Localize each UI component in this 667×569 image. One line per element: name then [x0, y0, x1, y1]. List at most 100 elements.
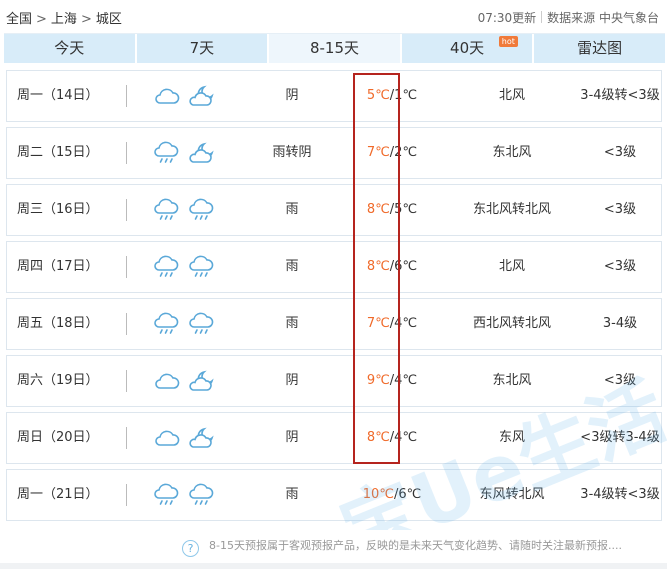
high-temperature: 8℃ [366, 430, 390, 445]
weather-condition: 阴 [285, 430, 299, 445]
day-label: 周一（14日） [17, 88, 99, 103]
wind-level: 3-4级转<3级 [580, 487, 660, 502]
high-temperature: 8℃ [366, 259, 390, 274]
weather-icons [152, 424, 217, 452]
tab-7-days[interactable]: 7天 [137, 34, 270, 63]
rain-icon [154, 141, 179, 163]
tab-label: 今天 [54, 39, 85, 57]
rain-icon [189, 312, 214, 334]
footer-text: 8-15天预报属于客观预报产品，反映的是未来天气变化趋势、请随时关注最新预报..… [209, 539, 622, 552]
low-temperature: /6℃ [393, 487, 422, 502]
tab-radar[interactable]: 雷达图 [534, 34, 665, 63]
partly-cloudy-night-icon [189, 85, 214, 106]
rain-icon [189, 198, 214, 220]
weather-icons [152, 367, 217, 395]
wind-level: <3级 [603, 202, 637, 217]
wind-direction: 西北风转北风 [472, 316, 551, 331]
weather-icons [152, 196, 217, 224]
rain-icon [154, 483, 179, 505]
divider [126, 142, 127, 164]
breadcrumb-separator: > [36, 12, 47, 27]
low-temperature: /4℃ [389, 373, 418, 388]
low-temperature: /6℃ [389, 259, 418, 274]
wind-direction: 东风转北风 [479, 487, 545, 502]
wind-level: <3级 [603, 373, 637, 388]
divider [126, 313, 127, 335]
wind-level: <3级转3-4级 [580, 430, 660, 445]
temperature: 8℃/4℃ [352, 413, 432, 463]
weather-icons [152, 481, 217, 509]
rain-icon [154, 255, 179, 277]
high-temperature: 10℃ [362, 487, 394, 502]
high-temperature: 7℃ [366, 145, 390, 160]
rain-icon [189, 483, 214, 505]
low-temperature: /5℃ [389, 202, 418, 217]
breadcrumb-city[interactable]: 上海 [51, 12, 77, 27]
temperature: 8℃/6℃ [352, 242, 432, 292]
wind-level: <3级 [603, 259, 637, 274]
tab-label: 7天 [189, 39, 215, 57]
weather-condition: 雨 [285, 259, 299, 274]
help-icon[interactable]: ? [182, 540, 199, 557]
forecast-row: 周日（20日） 阴 8℃/4℃ 东风 <3级转3-4级 [6, 412, 662, 464]
divider [126, 199, 127, 221]
weather-condition: 阴 [285, 373, 299, 388]
wind-direction: 东风 [498, 430, 525, 445]
breadcrumb: 全国 > 上海 > 城区 [6, 8, 126, 27]
temperature: 5℃/1℃ [352, 71, 432, 121]
bottom-strip [0, 563, 667, 569]
update-time: 07:30更新 [477, 11, 537, 25]
weather-icons [152, 82, 217, 110]
cloudy-icon [155, 88, 180, 104]
temperature: 7℃/4℃ [352, 299, 432, 349]
forecast-row: 周一（14日） 阴 5℃/1℃ 北风 3-4级转<3级 [6, 70, 662, 122]
tab-8-15-days[interactable]: 8-15天 [269, 34, 402, 63]
tab-label: 雷达图 [577, 39, 623, 57]
partly-cloudy-night-icon [189, 370, 214, 391]
low-temperature: /4℃ [389, 316, 418, 331]
wind-level: <3级 [603, 145, 637, 160]
forecast-row: 周一（21日） 雨 10℃/6℃ 东风转北风 3-4级转<3级 [6, 469, 662, 521]
low-temperature: /4℃ [389, 430, 418, 445]
weather-condition: 雨 [285, 316, 299, 331]
weather-condition: 阴 [285, 88, 299, 103]
temperature: 10℃/6℃ [352, 470, 432, 520]
divider [126, 256, 127, 278]
high-temperature: 8℃ [366, 202, 390, 217]
breadcrumb-separator: > [80, 12, 92, 27]
wind-level: 3-4级转<3级 [580, 88, 660, 103]
weather-condition: 雨 [285, 202, 299, 217]
temperature: 7℃/2℃ [352, 128, 432, 178]
breadcrumb-country[interactable]: 全国 [6, 12, 32, 27]
temperature: 8℃/5℃ [352, 185, 432, 235]
day-label: 周四（17日） [17, 259, 99, 274]
wind-direction: 东北风转北风 [472, 202, 551, 217]
low-temperature: /2℃ [389, 145, 418, 160]
day-label: 周六（19日） [17, 373, 99, 388]
weather-condition: 雨 [285, 487, 299, 502]
forecast-row: 周六（19日） 阴 9℃/4℃ 东北风 <3级 [6, 355, 662, 407]
rain-icon [189, 255, 214, 277]
hot-badge: hot [498, 36, 518, 47]
breadcrumb-district: 城区 [95, 12, 122, 27]
temperature: 9℃/4℃ [352, 356, 432, 406]
tab-today[interactable]: 今天 [4, 34, 137, 63]
wind-direction: 北风 [498, 259, 525, 274]
wind-direction: 东北风 [492, 145, 532, 160]
meta-info: 07:30更新 数据来源 中央气象台 [478, 9, 659, 26]
rain-icon [154, 198, 179, 220]
forecast-row: 周三（16日） 雨 8℃/5℃ 东北风转北风 <3级 [6, 184, 662, 236]
day-label: 周五（18日） [17, 316, 99, 331]
wind-direction: 东北风 [492, 373, 532, 388]
wind-direction: 北风 [498, 88, 525, 103]
divider [126, 85, 127, 107]
tab-40-days[interactable]: 40天 hot [402, 34, 535, 63]
forecast-row: 周四（17日） 雨 8℃/6℃ 北风 <3级 [6, 241, 662, 293]
tab-label: 40天 [450, 39, 485, 57]
divider [541, 11, 543, 23]
cloudy-icon [155, 430, 180, 446]
divider [126, 370, 127, 392]
divider [126, 427, 127, 449]
wind-level: 3-4级 [602, 316, 638, 331]
high-temperature: 5℃ [366, 88, 390, 103]
